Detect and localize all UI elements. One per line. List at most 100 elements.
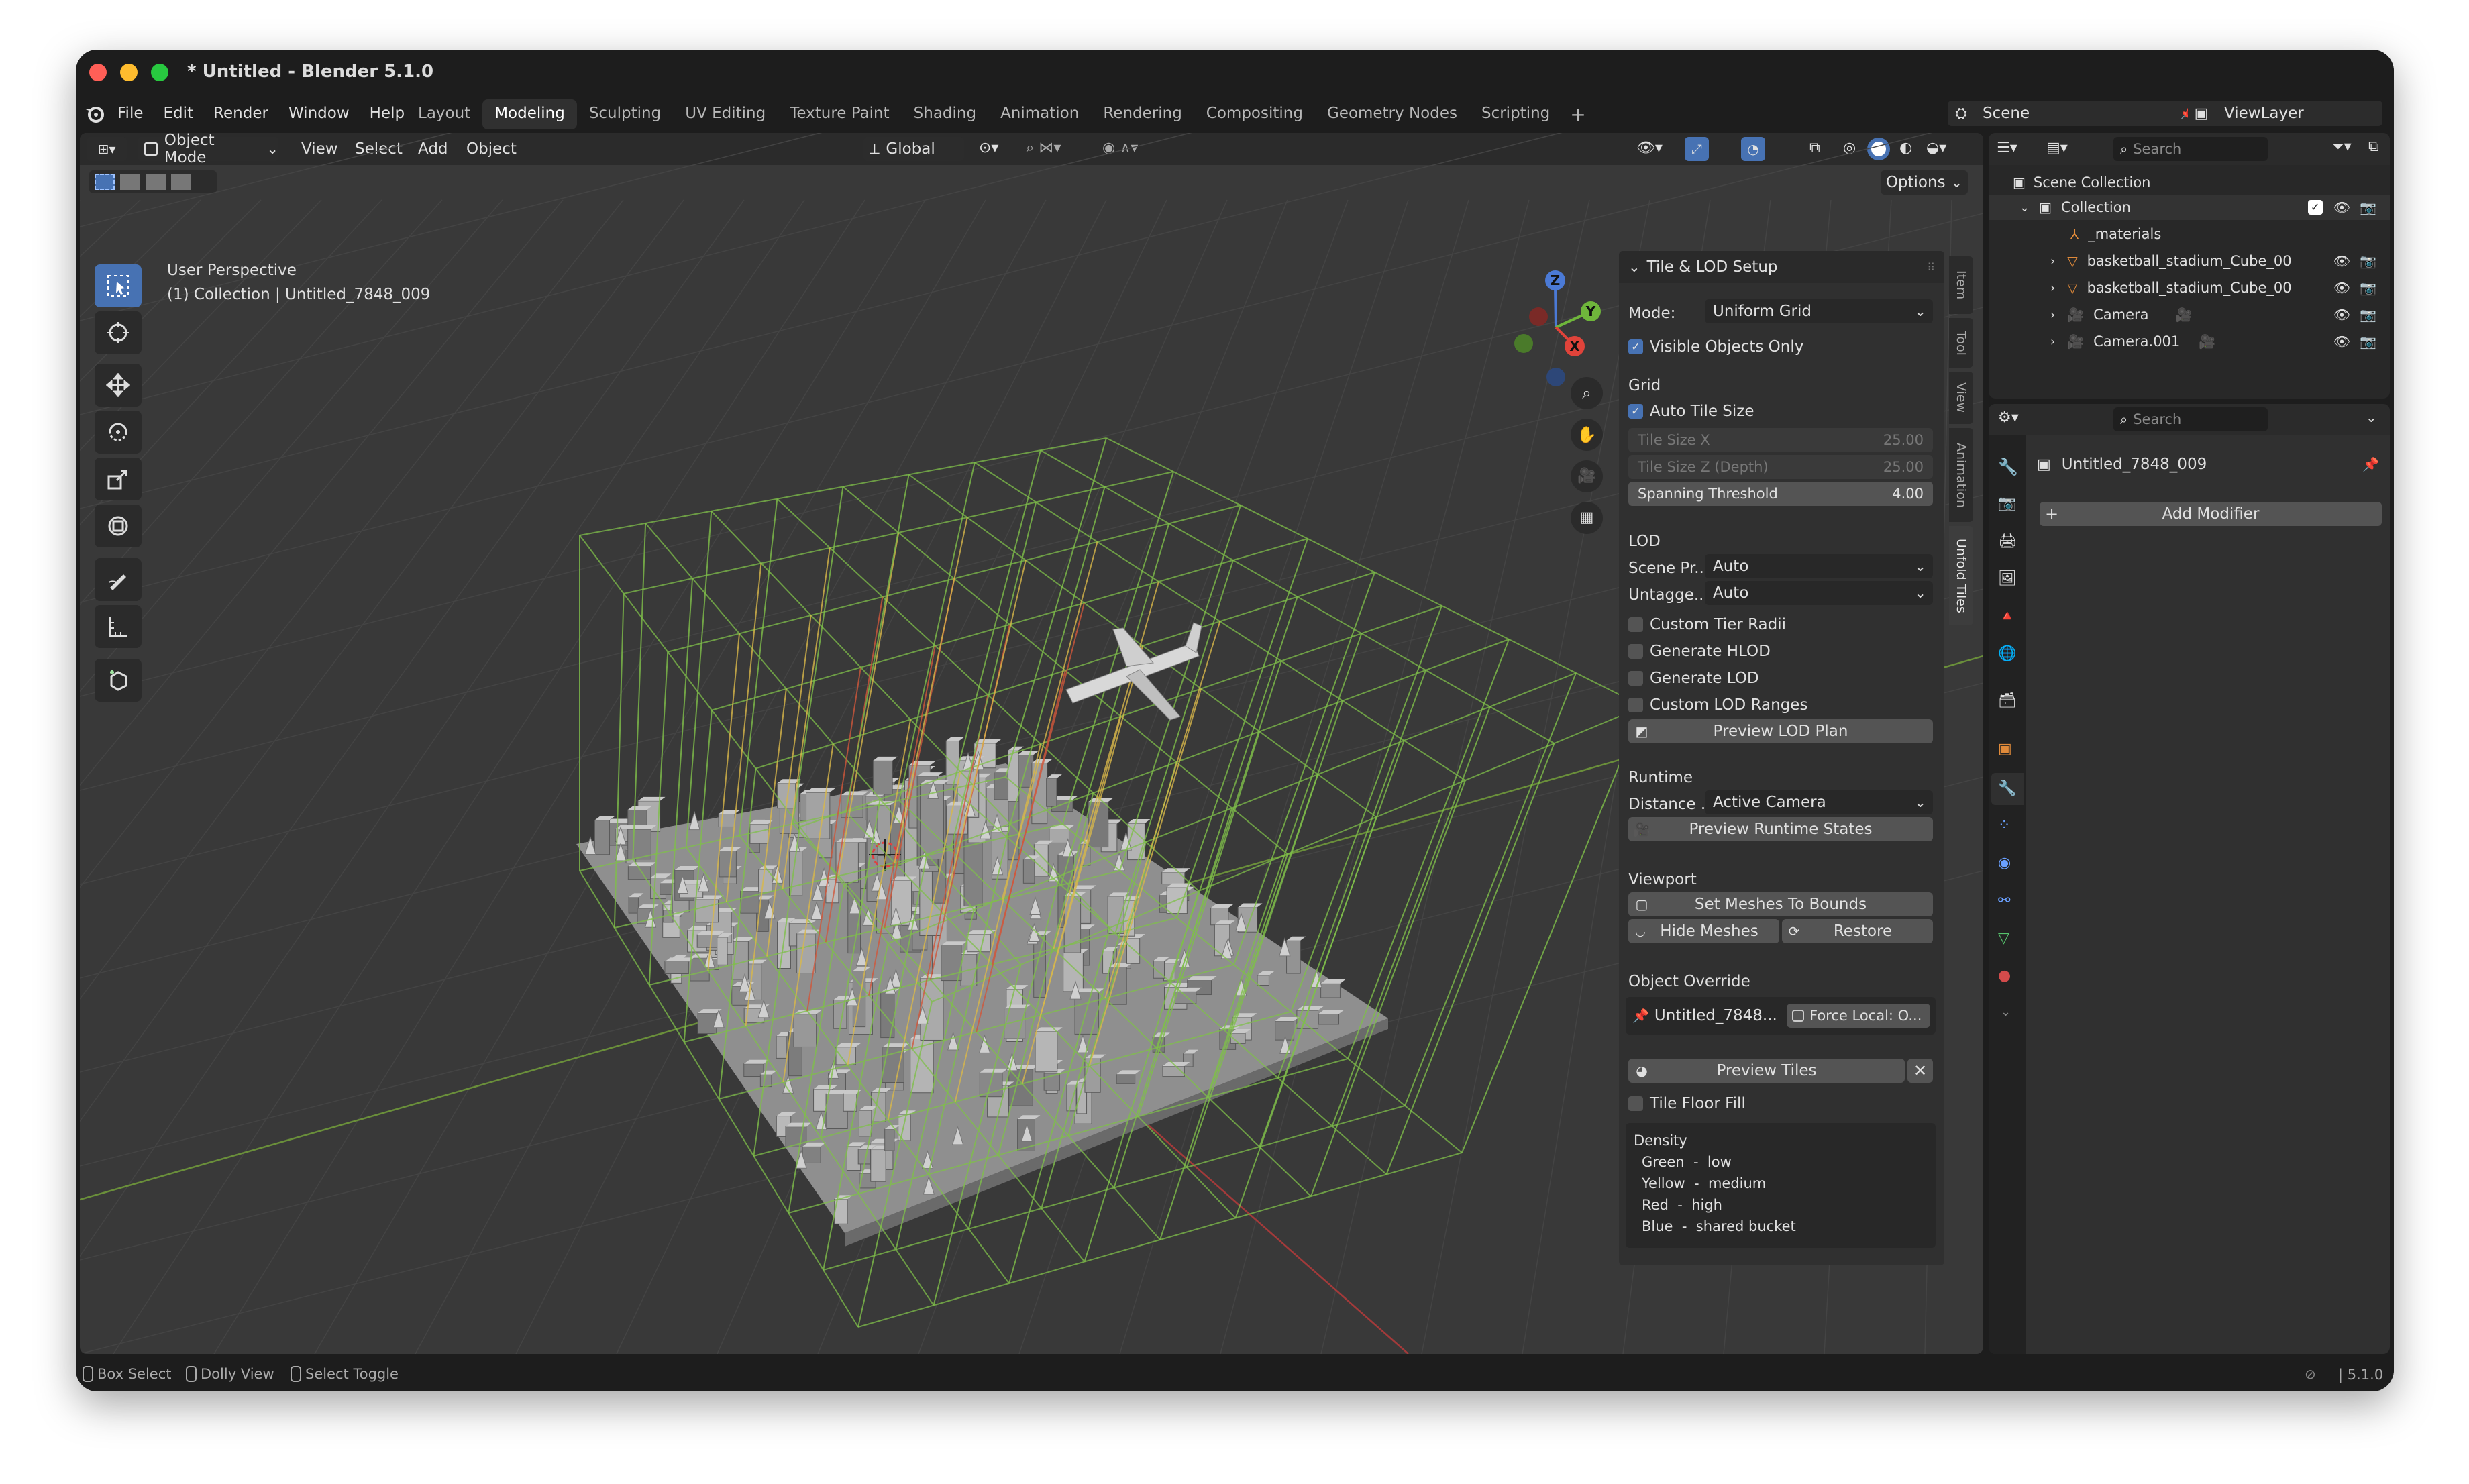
close-preview-icon[interactable]: ✕ xyxy=(1907,1059,1933,1083)
tab-sculpting[interactable]: Sculpting xyxy=(577,99,673,129)
spanning-threshold-field[interactable]: Spanning Threshold 4.00 xyxy=(1628,482,1933,506)
tab-texture-paint[interactable]: Texture Paint xyxy=(778,99,901,129)
measure-tool-icon[interactable] xyxy=(95,605,142,648)
expand-chevron-icon[interactable]: › xyxy=(2050,308,2055,322)
annotate-tool-icon[interactable] xyxy=(95,558,142,601)
tab-compositing[interactable]: Compositing xyxy=(1194,99,1315,129)
zoom-icon[interactable]: ⌕ xyxy=(1571,377,1603,409)
properties-search[interactable]: ⌕ Search xyxy=(2113,407,2268,431)
menu-window[interactable]: Window xyxy=(288,105,350,122)
eye-icon[interactable]: 👁 xyxy=(2333,307,2350,323)
menu-render[interactable]: Render xyxy=(213,105,268,122)
tab-view[interactable]: View xyxy=(1949,372,1973,424)
viewport-3d[interactable]: ⊞▾ Object Mode ⌄ View Select Add Object … xyxy=(80,133,1983,1354)
render-camera-icon[interactable]: 📷 xyxy=(2360,199,2376,215)
outliner-search[interactable]: ⌕ Search xyxy=(2113,137,2268,161)
tab-unfold-tiles[interactable]: Unfold Tiles xyxy=(1949,526,1973,625)
more-tabs-chevron-icon[interactable]: ⌄ xyxy=(2001,1005,2011,1019)
override-object-field[interactable]: 📌 Untitled_7848... xyxy=(1632,1004,1784,1028)
cursor-tool-icon[interactable] xyxy=(95,311,142,354)
force-local-toggle[interactable]: Force Local: O... xyxy=(1787,1004,1930,1028)
expand-chevron-icon[interactable]: › xyxy=(2050,254,2055,268)
output-tab-icon[interactable]: 🖨 xyxy=(1998,533,2017,549)
gen-lod-checkbox[interactable]: Generate LOD xyxy=(1628,670,1759,687)
tab-animation[interactable]: Animation xyxy=(1949,428,1973,522)
display-mode-icon[interactable]: ▤▾ xyxy=(2046,140,2068,156)
expand-chevron-icon[interactable]: › xyxy=(2050,281,2055,295)
tab-shading[interactable]: Shading xyxy=(902,99,988,129)
eye-icon[interactable]: 👁 xyxy=(2333,280,2350,296)
tab-geometry-nodes[interactable]: Geometry Nodes xyxy=(1315,99,1469,129)
filter-icon[interactable]: ⏷▾ xyxy=(2332,138,2352,155)
material-tab-icon[interactable]: ● xyxy=(1998,967,2011,984)
viewlayer-selector[interactable]: ▣ ViewLayer xyxy=(2188,101,2382,126)
perspective-toggle-icon[interactable]: ▦ xyxy=(1571,502,1603,534)
render-camera-icon[interactable]: 📷 xyxy=(2360,280,2376,296)
mode-dropdown[interactable]: Uniform Grid ⌄ xyxy=(1705,299,1933,323)
distance-dropdown[interactable]: Active Camera ⌄ xyxy=(1705,790,1933,814)
exclude-checkbox-icon[interactable]: ✓ xyxy=(2307,200,2323,215)
expand-chevron-icon[interactable]: ⌄ xyxy=(2019,201,2030,215)
preview-tiles-button[interactable]: ◕ Preview Tiles xyxy=(1628,1059,1905,1083)
tab-layout[interactable]: Layout xyxy=(406,99,482,129)
hide-meshes-button[interactable]: ◡ Hide Meshes xyxy=(1628,919,1779,943)
outliner-item[interactable]: › 🎥 Camera.001 🎥 👁 📷 xyxy=(1989,329,2390,354)
editor-type-icon[interactable]: ⚙▾ xyxy=(1998,409,2019,426)
rotate-tool-icon[interactable] xyxy=(95,411,142,454)
restore-button[interactable]: ⟳ Restore xyxy=(1782,919,1933,943)
tab-tool[interactable]: Tool xyxy=(1949,318,1973,368)
visible-only-checkbox[interactable]: ✓ Visible Objects Only xyxy=(1628,338,1803,356)
blender-logo-icon[interactable] xyxy=(83,103,105,123)
constraints-tab-icon[interactable]: ⚯ xyxy=(1998,892,2010,909)
set-meshes-button[interactable]: ▢ Set Meshes To Bounds xyxy=(1628,892,1933,916)
collection-tab-icon[interactable]: 🗃 xyxy=(1998,692,2017,709)
new-collection-icon[interactable]: ⧉ xyxy=(2368,138,2379,155)
scene-pr-dropdown[interactable]: Auto ⌄ xyxy=(1705,554,1933,578)
outliner-item[interactable]: ⅄ _materials xyxy=(1989,221,2390,247)
render-camera-icon[interactable]: 📷 xyxy=(2360,253,2376,269)
outliner-item[interactable]: › 🎥 Camera 🎥 👁 📷 xyxy=(1989,302,2390,327)
expand-chevron-icon[interactable]: › xyxy=(2050,335,2055,349)
render-tab-icon[interactable]: 📷 xyxy=(1998,495,2016,512)
options-chevron-icon[interactable]: ⌄ xyxy=(2366,409,2377,425)
tile-floor-checkbox[interactable]: Tile Floor Fill xyxy=(1628,1095,1746,1112)
untagge-dropdown[interactable]: Auto ⌄ xyxy=(1705,581,1933,605)
maximize-window-icon[interactable] xyxy=(151,64,168,81)
navigation-gizmo[interactable]: Z Y X xyxy=(1489,260,1623,394)
minimize-window-icon[interactable] xyxy=(120,64,138,81)
outliner-item[interactable]: › ▽ basketball_stadium_Cube_00 👁 📷 xyxy=(1989,248,2390,274)
collection-row[interactable]: ⌄ ▣ Collection ✓ 👁 📷 xyxy=(1989,195,2390,220)
tab-rendering[interactable]: Rendering xyxy=(1091,99,1194,129)
editor-type-icon[interactable]: ☰▾ xyxy=(1997,140,2017,156)
data-tab-icon[interactable]: ▽ xyxy=(1998,930,2009,947)
scene-tab-icon[interactable]: 🔺 xyxy=(1998,608,2016,625)
modifier-tab-icon[interactable]: 🔧 xyxy=(1991,773,2024,805)
render-camera-icon[interactable]: 📷 xyxy=(2360,307,2376,323)
tab-modeling[interactable]: Modeling xyxy=(482,99,577,129)
preview-runtime-button[interactable]: 🎥 Preview Runtime States xyxy=(1628,817,1933,841)
tab-scripting[interactable]: Scripting xyxy=(1469,99,1562,129)
select-box-tool-icon[interactable] xyxy=(95,264,142,307)
particles-tab-icon[interactable]: ⁘ xyxy=(1998,817,2010,834)
close-window-icon[interactable] xyxy=(89,64,107,81)
network-off-icon[interactable]: ⊘ xyxy=(2305,1366,2316,1382)
camera-view-icon[interactable]: 🎥 xyxy=(1571,460,1603,492)
outliner-item[interactable]: › ▽ basketball_stadium_Cube_00 👁 📷 xyxy=(1989,275,2390,301)
view-layer-tab-icon[interactable]: 🖼 xyxy=(1998,570,2017,587)
custom-lod-checkbox[interactable]: Custom LOD Ranges xyxy=(1628,696,1807,714)
add-modifier-button[interactable]: + Add Modifier xyxy=(2040,502,2382,526)
menu-edit[interactable]: Edit xyxy=(164,105,194,122)
drag-handle-icon[interactable]: ⠿ xyxy=(1927,261,1935,274)
menu-file[interactable]: File xyxy=(117,105,144,122)
object-tab-icon[interactable]: ▣ xyxy=(1998,741,2012,757)
scene-selector[interactable]: ⛭ Scene 📌 xyxy=(1948,101,2203,126)
gen-hlod-checkbox[interactable]: Generate HLOD xyxy=(1628,643,1771,660)
eye-icon[interactable]: 👁 xyxy=(2333,333,2350,350)
menu-help[interactable]: Help xyxy=(370,105,405,122)
preview-lod-button[interactable]: ◩ Preview LOD Plan xyxy=(1628,719,1933,743)
add-workspace-icon[interactable]: + xyxy=(1562,99,1593,129)
pan-hand-icon[interactable]: ✋ xyxy=(1571,419,1603,451)
custom-tier-checkbox[interactable]: Custom Tier Radii xyxy=(1628,616,1786,633)
eye-icon[interactable]: 👁 xyxy=(2333,199,2350,215)
tab-uv-editing[interactable]: UV Editing xyxy=(673,99,778,129)
